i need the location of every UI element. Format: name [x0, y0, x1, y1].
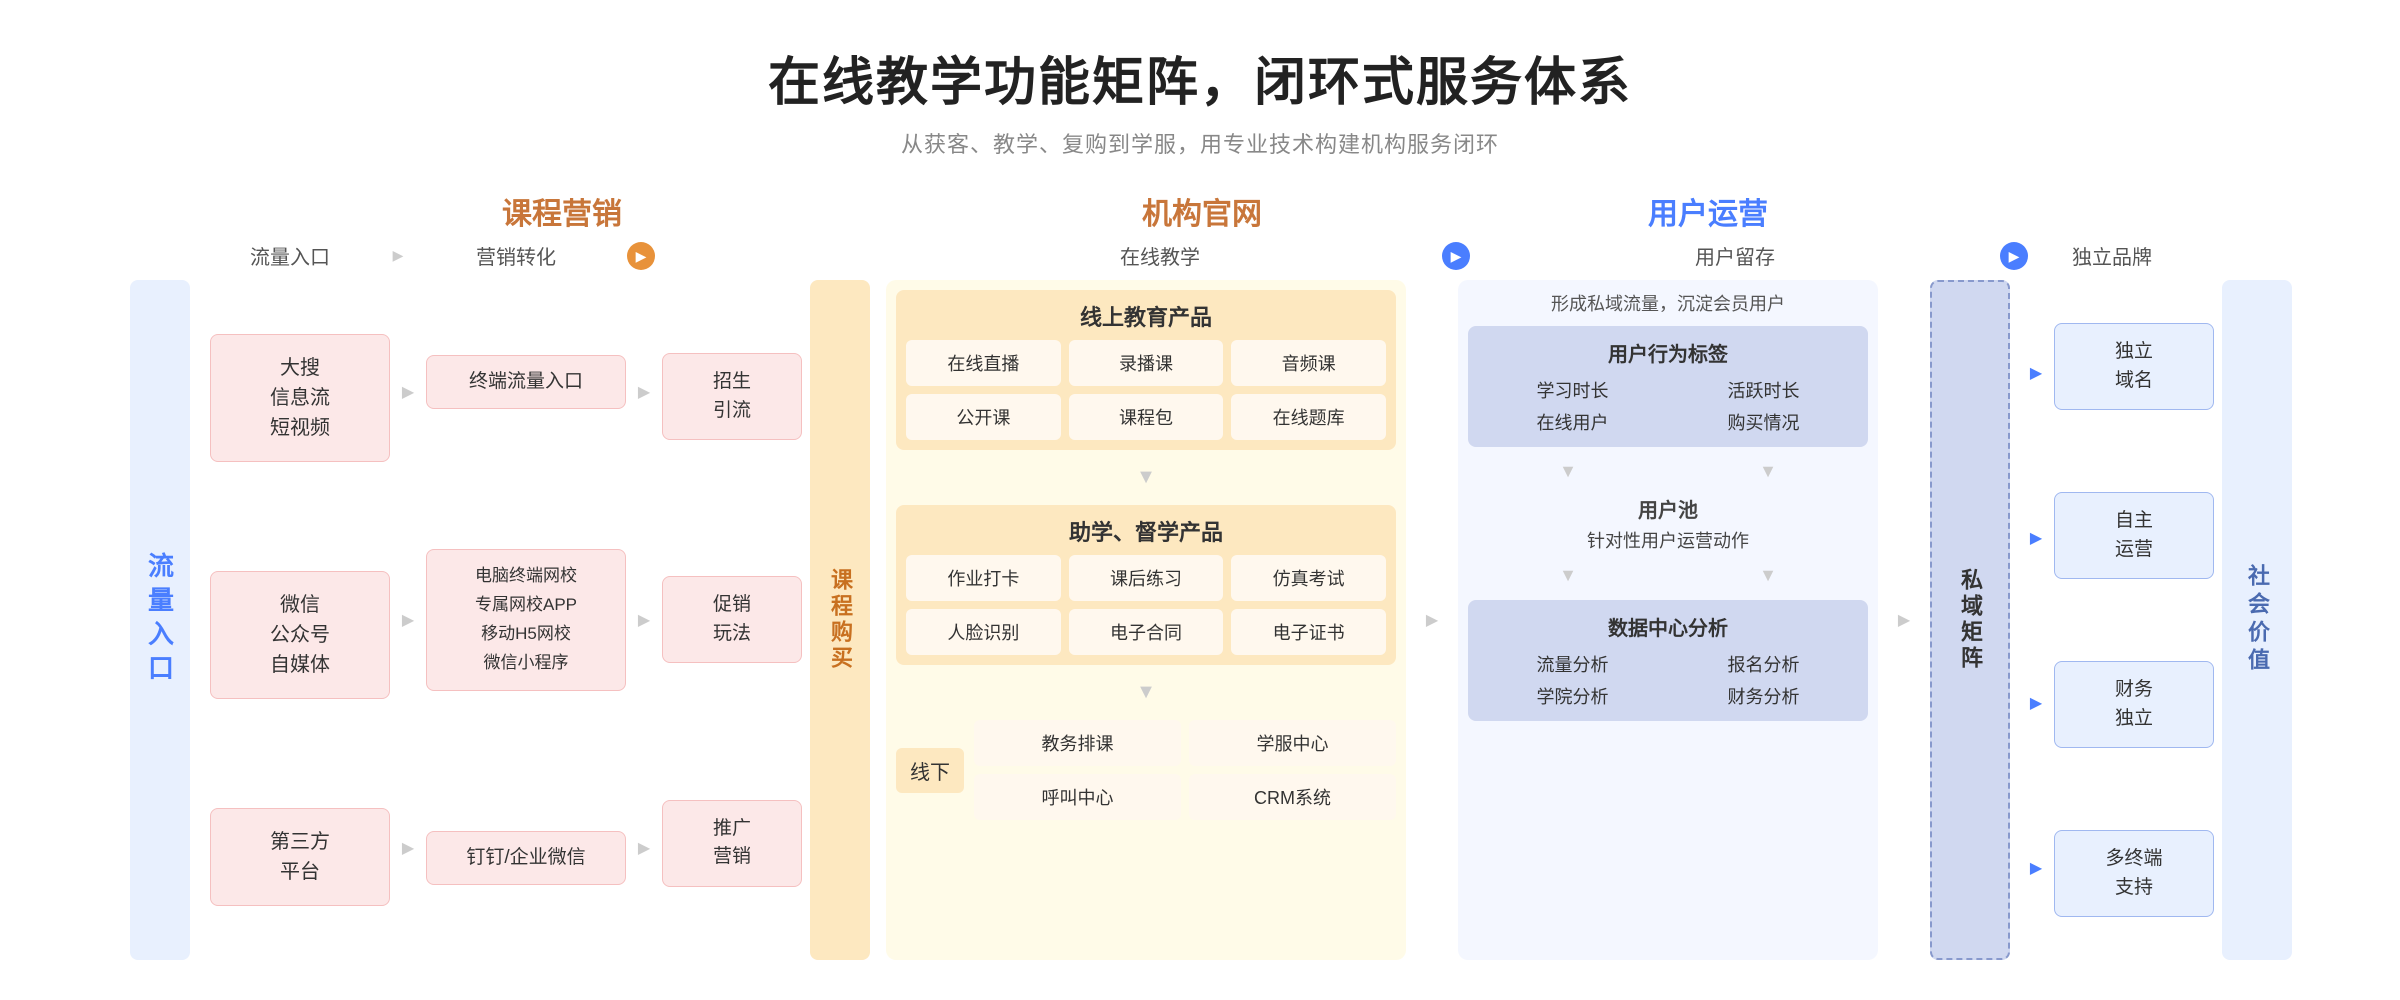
- ot-cell-8: 课后练习: [1069, 555, 1224, 601]
- user-ops-item-4: 多终端 支持: [2054, 830, 2214, 917]
- tag-3: 在线用户: [1480, 409, 1665, 435]
- flow-step-1: 流量入口: [250, 247, 330, 269]
- flow-entry-item-1: 大搜 信息流 短视频: [210, 334, 390, 462]
- arrow-ot-ur: ▶: [1414, 280, 1450, 960]
- down-arrow-2: ▼: [896, 677, 1396, 708]
- ot-cell-1: 在线直播: [906, 340, 1061, 386]
- tag-4: 购买情况: [1671, 409, 1856, 435]
- ot-offline-label: 线下: [896, 748, 964, 793]
- data-item-2: 报名分析: [1671, 651, 1856, 677]
- user-pool-title: 用户池: [1476, 494, 1860, 523]
- ot-offline-cell-1: 教务排课: [974, 720, 1181, 766]
- page-subtitle: 从获客、教学、复购到学服，用专业技术构建机构服务闭环: [60, 127, 2340, 159]
- data-center-block: 数据中心分析 流量分析 报名分析 学院分析 财务分析: [1468, 600, 1868, 721]
- flow-step-4: 用户留存: [1695, 247, 1775, 269]
- page-container: 在线教学功能矩阵，闭环式服务体系 从获客、教学、复购到学服，用专业技术构建机构服…: [0, 0, 2400, 1000]
- user-retention-block: 形成私域流量，沉淀会员用户 用户行为标签 学习时长 活跃时长 在线用户 购买情况…: [1458, 280, 1878, 960]
- ot-offline-cell-4: CRM系统: [1189, 774, 1396, 820]
- ot-offline-section: 线下 教务排课 学服中心 呼叫中心 CRM系统: [896, 720, 1396, 820]
- ot-offline-cell-2: 学服中心: [1189, 720, 1396, 766]
- ot-section-1-title: 线上教育产品: [906, 300, 1386, 332]
- arrow-m3: ▶: [626, 803, 662, 893]
- orange-arrow-icon: ▶: [627, 242, 655, 270]
- section-label-official: 机构官网: [1142, 198, 1262, 231]
- blue-arrow-icon-2: ▶: [2000, 242, 2028, 270]
- online-teaching-block: 线上教育产品 在线直播 录播课 音频课 公开课 课程包 在线题库 ▼ 助学、督学…: [886, 280, 1406, 960]
- page-title: 在线教学功能矩阵，闭环式服务体系: [60, 40, 2340, 115]
- private-domain-label: 私域矩阵: [1930, 280, 2010, 960]
- flow-step-5: 独立品牌: [2072, 247, 2152, 269]
- arrow-m2: ▶: [626, 550, 662, 690]
- user-ops-item-1: 独立 域名: [2054, 323, 2214, 410]
- arrow-m1: ▶: [626, 347, 662, 437]
- section-label-marketing: 课程营销: [502, 198, 622, 231]
- social-value-label: 社会价值: [2222, 280, 2292, 960]
- flow-entry-item-3: 第三方 平台: [210, 808, 390, 906]
- behavior-tags-title: 用户行为标签: [1480, 338, 1856, 367]
- ot-cell-10: 人脸识别: [906, 609, 1061, 655]
- purchase-column: 招生 引流 促销 玩法 推广 营销: [662, 280, 802, 960]
- marketing-column: 终端流量入口 电脑终端网校专属网校APP移动H5网校微信小程序 钉钉/企业微信: [426, 280, 626, 960]
- ot-cell-5: 课程包: [1069, 394, 1224, 440]
- behavior-tags-block: 用户行为标签 学习时长 活跃时长 在线用户 购买情况: [1468, 326, 1868, 447]
- arrow-1: ▶: [390, 347, 426, 437]
- arrow-3: ▶: [390, 803, 426, 893]
- flow-entry-column: 大搜 信息流 短视频 微信 公众号 自媒体 第三方 平台: [210, 280, 390, 960]
- arrows-pd-ops: ▶ ▶ ▶ ▶: [2018, 280, 2054, 960]
- marketing-item-3: 钉钉/企业微信: [426, 831, 626, 886]
- arrow-ur-pd: ▶: [1886, 280, 1922, 960]
- purchase-item-2: 促销 玩法: [662, 576, 802, 663]
- data-item-4: 财务分析: [1671, 683, 1856, 709]
- tag-1: 学习时长: [1480, 377, 1665, 403]
- data-center-title: 数据中心分析: [1480, 612, 1856, 641]
- ot-cell-2: 录播课: [1069, 340, 1224, 386]
- purchase-item-1: 招生 引流: [662, 353, 802, 440]
- data-item-3: 学院分析: [1480, 683, 1665, 709]
- ot-cell-3: 音频课: [1231, 340, 1386, 386]
- left-label-traffic: 流量入口: [130, 280, 190, 960]
- ot-cell-4: 公开课: [906, 394, 1061, 440]
- ot-section-study-products: 助学、督学产品 作业打卡 课后练习 仿真考试 人脸识别 电子合同 电子证书: [896, 505, 1396, 665]
- arrow-2: ▶: [390, 550, 426, 690]
- retention-top-text: 形成私域流量，沉淀会员用户: [1468, 290, 1868, 316]
- marketing-item-2: 电脑终端网校专属网校APP移动H5网校微信小程序: [426, 549, 626, 691]
- ot-cell-7: 作业打卡: [906, 555, 1061, 601]
- section-label-user-ops: 用户运营: [1648, 198, 1768, 231]
- ot-cell-11: 电子合同: [1069, 609, 1224, 655]
- user-ops-item-2: 自主 运营: [2054, 492, 2214, 579]
- marketing-item-1: 终端流量入口: [426, 355, 626, 410]
- ot-cell-6: 在线题库: [1231, 394, 1386, 440]
- purchase-item-3: 推广 营销: [662, 800, 802, 887]
- course-buy-label: 课程购买: [810, 280, 870, 960]
- ot-offline-cell-3: 呼叫中心: [974, 774, 1181, 820]
- ot-cell-9: 仿真考试: [1231, 555, 1386, 601]
- user-pool-sub: 针对性用户运营动作: [1476, 527, 1860, 553]
- user-pool-block: 用户池 针对性用户运营动作: [1468, 486, 1868, 561]
- down-arrows-row-2: ▼▼: [1468, 561, 1868, 590]
- flow-step-3: 在线教学: [1120, 247, 1200, 269]
- data-item-1: 流量分析: [1480, 651, 1665, 677]
- ot-section-2-title: 助学、督学产品: [906, 515, 1386, 547]
- ot-section-online-products: 线上教育产品 在线直播 录播课 音频课 公开课 课程包 在线题库: [896, 290, 1396, 450]
- user-ops-right-column: 独立 域名 自主 运营 财务 独立 多终端 支持: [2054, 280, 2214, 960]
- flow-entry-item-2: 微信 公众号 自媒体: [210, 571, 390, 699]
- tag-2: 活跃时长: [1671, 377, 1856, 403]
- down-arrow-1: ▼: [896, 462, 1396, 493]
- flow-step-2: 营销转化: [476, 247, 556, 269]
- down-arrows-row: ▼▼: [1468, 457, 1868, 486]
- ot-cell-12: 电子证书: [1231, 609, 1386, 655]
- user-ops-item-3: 财务 独立: [2054, 661, 2214, 748]
- blue-arrow-icon: ▶: [1442, 242, 1470, 270]
- header: 在线教学功能矩阵，闭环式服务体系 从获客、教学、复购到学服，用专业技术构建机构服…: [60, 40, 2340, 159]
